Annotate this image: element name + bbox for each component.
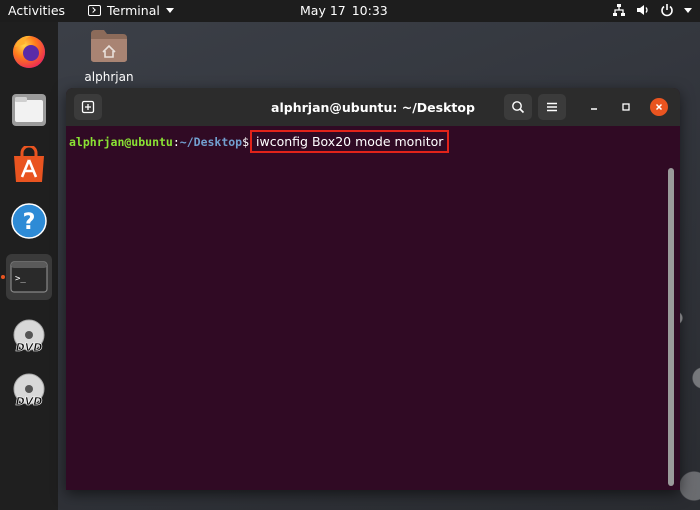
terminal-icon: >_ xyxy=(10,261,48,293)
dock-dvd-2[interactable]: DVD xyxy=(6,368,52,414)
menu-button[interactable] xyxy=(538,94,566,120)
prompt-symbol: $ xyxy=(242,134,250,149)
dvd-icon: DVD xyxy=(13,319,45,354)
dock-software[interactable] xyxy=(6,142,52,188)
maximize-icon xyxy=(622,103,630,111)
system-tray[interactable] xyxy=(612,3,692,17)
highlighted-command: iwconfig Box20 mode monitor xyxy=(250,130,450,153)
minimize-button[interactable] xyxy=(585,98,603,116)
activities-button[interactable]: Activities xyxy=(8,3,65,18)
app-menu-label: Terminal xyxy=(107,3,160,18)
network-icon xyxy=(613,4,625,16)
home-folder-label: alphrjan xyxy=(84,70,134,84)
close-button[interactable] xyxy=(650,98,668,116)
home-folder-icon[interactable]: alphrjan xyxy=(80,28,138,84)
dvd-label: DVD xyxy=(16,341,43,354)
search-button[interactable] xyxy=(504,94,532,120)
terminal-icon xyxy=(88,5,101,16)
terminal-titlebar[interactable]: alphrjan@ubuntu: ~/Desktop xyxy=(66,88,680,126)
search-icon xyxy=(512,101,525,114)
chevron-down-icon xyxy=(165,8,174,13)
running-indicator xyxy=(1,275,5,279)
top-bar: Activities Terminal May 17 10:33 xyxy=(0,0,700,22)
svg-text:?: ? xyxy=(23,210,36,235)
dvd-icon: DVD xyxy=(13,373,45,408)
prompt-separator: : xyxy=(172,134,180,149)
dock-dvd-1[interactable]: DVD xyxy=(6,314,52,360)
minimize-icon xyxy=(591,108,597,110)
prompt-path: ~/Desktop xyxy=(179,134,243,149)
close-icon xyxy=(655,103,663,111)
clock-date: May 17 xyxy=(300,3,346,18)
help-icon: ? xyxy=(11,203,47,239)
terminal-scrollbar[interactable] xyxy=(668,168,674,486)
prompt-user: alphrjan@ubuntu xyxy=(69,134,173,149)
clock[interactable]: May 17 10:33 xyxy=(300,3,388,18)
firefox-icon xyxy=(13,35,45,68)
terminal-window[interactable]: alphrjan@ubuntu: ~/Desktop alphrjan@ubun… xyxy=(66,88,680,490)
dock-terminal[interactable]: >_ xyxy=(6,254,52,300)
prompt-line: alphrjan@ubuntu: ~/Desktop $ iwconfig Box2… xyxy=(69,130,450,153)
dock-help[interactable]: ? xyxy=(6,198,52,244)
dock: ? >_ DVD DVD xyxy=(0,22,58,510)
volume-icon xyxy=(637,5,648,15)
hamburger-icon xyxy=(547,102,557,112)
dock-files[interactable] xyxy=(6,86,52,132)
chevron-down-icon xyxy=(684,7,692,13)
svg-text:>_: >_ xyxy=(15,274,26,284)
terminal-output[interactable]: alphrjan@ubuntu: ~/Desktop $ iwconfig Box2… xyxy=(66,126,680,490)
dvd-label: DVD xyxy=(16,395,43,408)
maximize-button[interactable] xyxy=(617,98,635,116)
dock-firefox[interactable] xyxy=(6,28,52,74)
folder-icon xyxy=(91,30,127,62)
files-icon xyxy=(12,94,46,126)
software-icon xyxy=(14,146,44,182)
app-menu[interactable]: Terminal xyxy=(88,3,174,18)
clock-time: 10:33 xyxy=(351,3,388,18)
power-icon xyxy=(661,4,673,17)
